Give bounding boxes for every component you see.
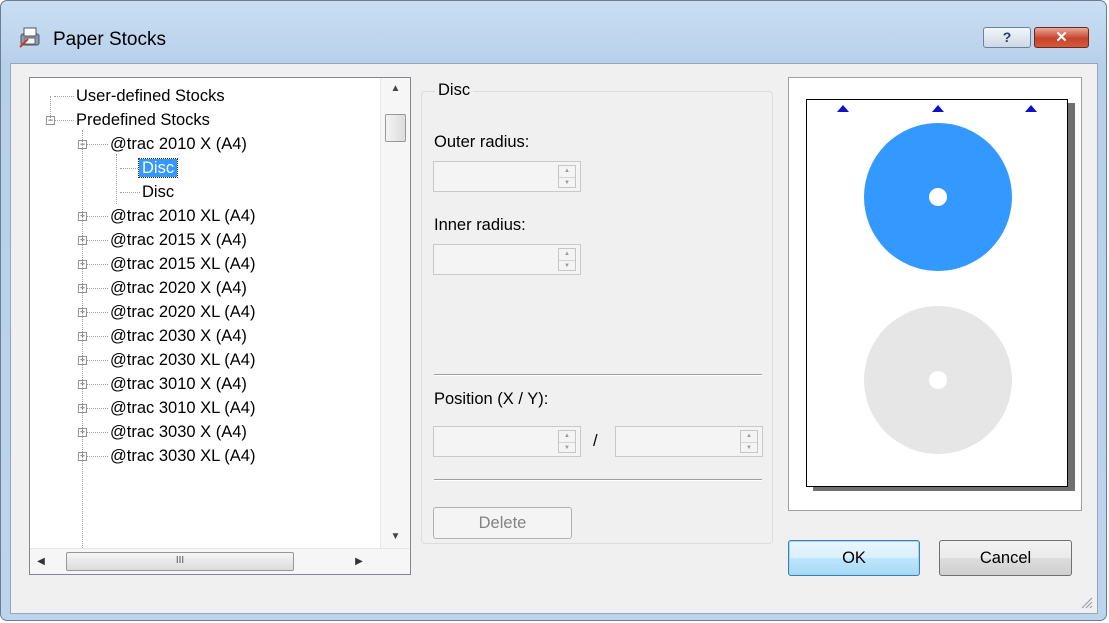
tree-connector [86,264,108,265]
tree-node-label: Predefined Stocks [76,111,210,129]
selected-disc-hole [929,188,947,206]
tree-connector [86,408,108,409]
title-bar[interactable]: Paper Stocks ? ✕ [1,1,1106,63]
tree-node-label: @trac 2020 XL (A4) [110,303,256,321]
tree-connector [86,384,108,385]
disc-group-title: Disc [435,81,474,100]
tree-node[interactable]: @trac 3010 XL (A4) [107,396,258,420]
tree-node-label: @trac 2030 X (A4) [110,327,247,345]
horizontal-scroll-thumb[interactable]: III [66,552,294,571]
separator-line [434,374,762,376]
inner-radius-spinner[interactable]: ▲ ▼ [433,244,581,275]
preview-page [806,99,1068,487]
paper-stocks-dialog: Paper Stocks ? ✕ User-defined Stocks Pred… [0,0,1107,621]
separator-line-2 [434,479,762,481]
tree-node-label: User-defined Stocks [76,87,225,105]
tree-connector [86,432,108,433]
marker-left-icon [837,105,849,112]
preview-canvas [837,105,1037,454]
tree-connector [86,288,108,289]
inner-radius-spin-buttons[interactable]: ▲ ▼ [558,248,576,271]
tree-node[interactable]: @trac 3010 X (A4) [107,372,250,396]
tree-node[interactable]: Disc [137,156,179,180]
tree-node-label: Disc [137,158,179,178]
tree-node[interactable]: @trac 3030 X (A4) [107,420,250,444]
tree-connector [116,154,117,204]
tree-node-label: @trac 2030 XL (A4) [110,351,256,369]
tree-node[interactable]: @trac 2030 XL (A4) [107,348,258,372]
position-y-spin-buttons[interactable]: ▲ ▼ [740,430,758,453]
tree-node-label: @trac 3030 XL (A4) [110,447,256,465]
printer-app-icon [19,27,40,48]
scroll-up-icon[interactable]: ▲ [381,78,410,100]
cancel-button[interactable]: Cancel [939,540,1072,576]
tree-vertical-scrollbar[interactable]: ▲ ▼ [380,78,410,548]
marker-center-icon [932,105,944,112]
scroll-down-icon[interactable]: ▼ [381,526,410,548]
dialog-client-area: User-defined Stocks Predefined Stocks − @tr… [10,63,1098,614]
close-button[interactable]: ✕ [1034,27,1089,48]
tree-node-label: @trac 2020 X (A4) [110,279,247,297]
tree-connector [86,312,108,313]
tree-node[interactable]: @trac 2030 X (A4) [107,324,250,348]
outer-radius-spinner[interactable]: ▲ ▼ [433,161,581,192]
tree-node[interactable]: @trac 2020 XL (A4) [107,300,258,324]
position-x-spin-buttons[interactable]: ▲ ▼ [558,430,576,453]
position-x-spinner[interactable]: ▲ ▼ [433,426,581,457]
delete-button[interactable]: Delete [433,507,572,539]
stock-tree[interactable]: User-defined Stocks Predefined Stocks − @tr… [29,77,411,575]
resize-grip-icon[interactable] [1079,595,1093,609]
tree-node-label: @trac 2010 X (A4) [110,135,247,153]
position-label: Position (X / Y): [434,390,549,408]
scroll-right-icon[interactable]: ▶ [348,549,370,574]
tree-node-label: @trac 2010 XL (A4) [110,207,256,225]
tree-node[interactable]: @trac 2020 X (A4) [107,276,250,300]
scroll-left-icon[interactable]: ◀ [30,549,52,574]
tree-node-label: @trac 2015 XL (A4) [110,255,256,273]
tree-node-label: @trac 3010 X (A4) [110,375,247,393]
tree-node[interactable]: @trac 2010 X (A4) [107,132,250,156]
tree-connector [86,144,108,145]
tree-node[interactable]: User-defined Stocks [73,84,228,108]
ok-button[interactable]: OK [788,540,920,576]
tree-connector [120,168,140,169]
tree-connector [86,216,108,217]
tree-connector [86,240,108,241]
marker-right-icon [1025,105,1037,112]
tree-node[interactable]: Predefined Stocks [73,108,213,132]
tree-connector [82,130,83,548]
tree-node[interactable]: @trac 2015 X (A4) [107,228,250,252]
tree-node-label: @trac 2015 X (A4) [110,231,247,249]
tree-node[interactable]: Disc [139,180,177,204]
tree-horizontal-scrollbar[interactable]: ◀ III ▶ [30,548,410,574]
tree-node-label: Disc [142,183,175,201]
outer-radius-spin-buttons[interactable]: ▲ ▼ [558,165,576,188]
tree-node-label: @trac 3030 X (A4) [110,423,247,441]
tree-connector [50,96,51,120]
disc-groupbox [421,91,773,544]
position-separator: / [593,432,598,450]
tree-node[interactable]: @trac 3030 XL (A4) [107,444,258,468]
position-y-spinner[interactable]: ▲ ▼ [615,426,763,457]
stock-preview [788,77,1082,511]
outer-radius-label: Outer radius: [434,133,530,151]
tree-connector [120,192,140,193]
help-button[interactable]: ? [983,27,1031,48]
other-disc-hole [929,371,947,389]
tree-node[interactable]: @trac 2015 XL (A4) [107,252,258,276]
window-title: Paper Stocks [53,29,166,50]
tree-connector [54,120,74,121]
tree-connector [86,336,108,337]
tree-node[interactable]: @trac 2010 XL (A4) [107,204,258,228]
tree-connector [86,456,108,457]
scroll-thumb[interactable] [385,114,406,142]
inner-radius-label: Inner radius: [434,216,526,234]
tree-connector [86,360,108,361]
tree-list: User-defined Stocks Predefined Stocks − @tr… [30,78,380,548]
tree-connector [54,96,74,97]
tree-node-label: @trac 3010 XL (A4) [110,399,256,417]
